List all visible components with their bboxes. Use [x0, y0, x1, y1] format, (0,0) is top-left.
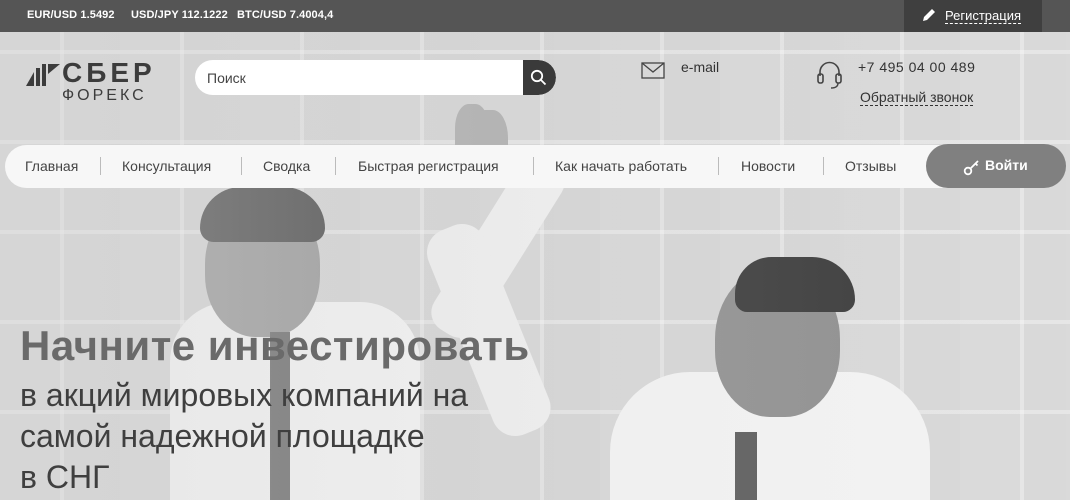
logo-mark-icon: [26, 64, 60, 86]
nav-item-news[interactable]: Новости: [741, 158, 795, 174]
nav-divider: [335, 157, 336, 175]
nav-item-getting-started[interactable]: Как начать работать: [555, 158, 687, 174]
logo-text-top: СБЕР: [62, 57, 156, 88]
search-input[interactable]: [195, 60, 527, 95]
pencil-icon: [923, 9, 935, 21]
login-label: Войти: [985, 157, 1028, 173]
hero-subtitle: в акций мировых компаний на самой надежн…: [20, 375, 468, 498]
search-icon: [530, 69, 547, 86]
ticker-usd-jpy: USD/JPY 112.1222: [131, 9, 228, 21]
nav-item-consultation[interactable]: Консультация: [122, 158, 211, 174]
hero-subtitle-line: в СНГ: [20, 459, 110, 495]
nav-item-quick-registration[interactable]: Быстрая регистрация: [358, 158, 499, 174]
login-button[interactable]: Войти: [926, 144, 1066, 188]
ticker-eur-usd: EUR/USD 1.5492: [27, 9, 115, 21]
callback-link[interactable]: Обратный звонок: [860, 89, 974, 106]
nav-item-reviews[interactable]: Отзывы: [845, 158, 896, 174]
logo-text-bottom: ФОРЕКС: [62, 87, 147, 104]
logo[interactable]: СБЕР ФОРЕКС: [26, 57, 166, 105]
hero-subtitle-line: в акций мировых компаний на: [20, 377, 469, 413]
key-icon: [963, 160, 979, 176]
search-bar: [195, 60, 556, 95]
phone-number[interactable]: +7 495 04 00 489: [858, 59, 975, 75]
mail-icon: [641, 62, 665, 79]
headset-icon: [817, 61, 842, 89]
nav-item-summary[interactable]: Сводка: [263, 158, 310, 174]
nav-divider: [100, 157, 101, 175]
nav-divider: [718, 157, 719, 175]
nav-item-home[interactable]: Главная: [25, 158, 78, 174]
register-link[interactable]: Регистрация: [945, 8, 1021, 24]
nav-divider: [823, 157, 824, 175]
main-nav: Главная Консультация Сводка Быстрая реги…: [5, 145, 1037, 188]
email-link[interactable]: e-mail: [681, 59, 719, 75]
ticker-btc-usd: BTC/USD 7.4004,4: [237, 9, 334, 21]
nav-divider: [241, 157, 242, 175]
hero-title: Начните инвестировать: [20, 322, 530, 369]
nav-divider: [533, 157, 534, 175]
ticker-bar: EUR/USD 1.5492 USD/JPY 112.1222 BTC/USD …: [0, 0, 1070, 32]
hero-subtitle-line: самой надежной площадке: [20, 418, 425, 454]
